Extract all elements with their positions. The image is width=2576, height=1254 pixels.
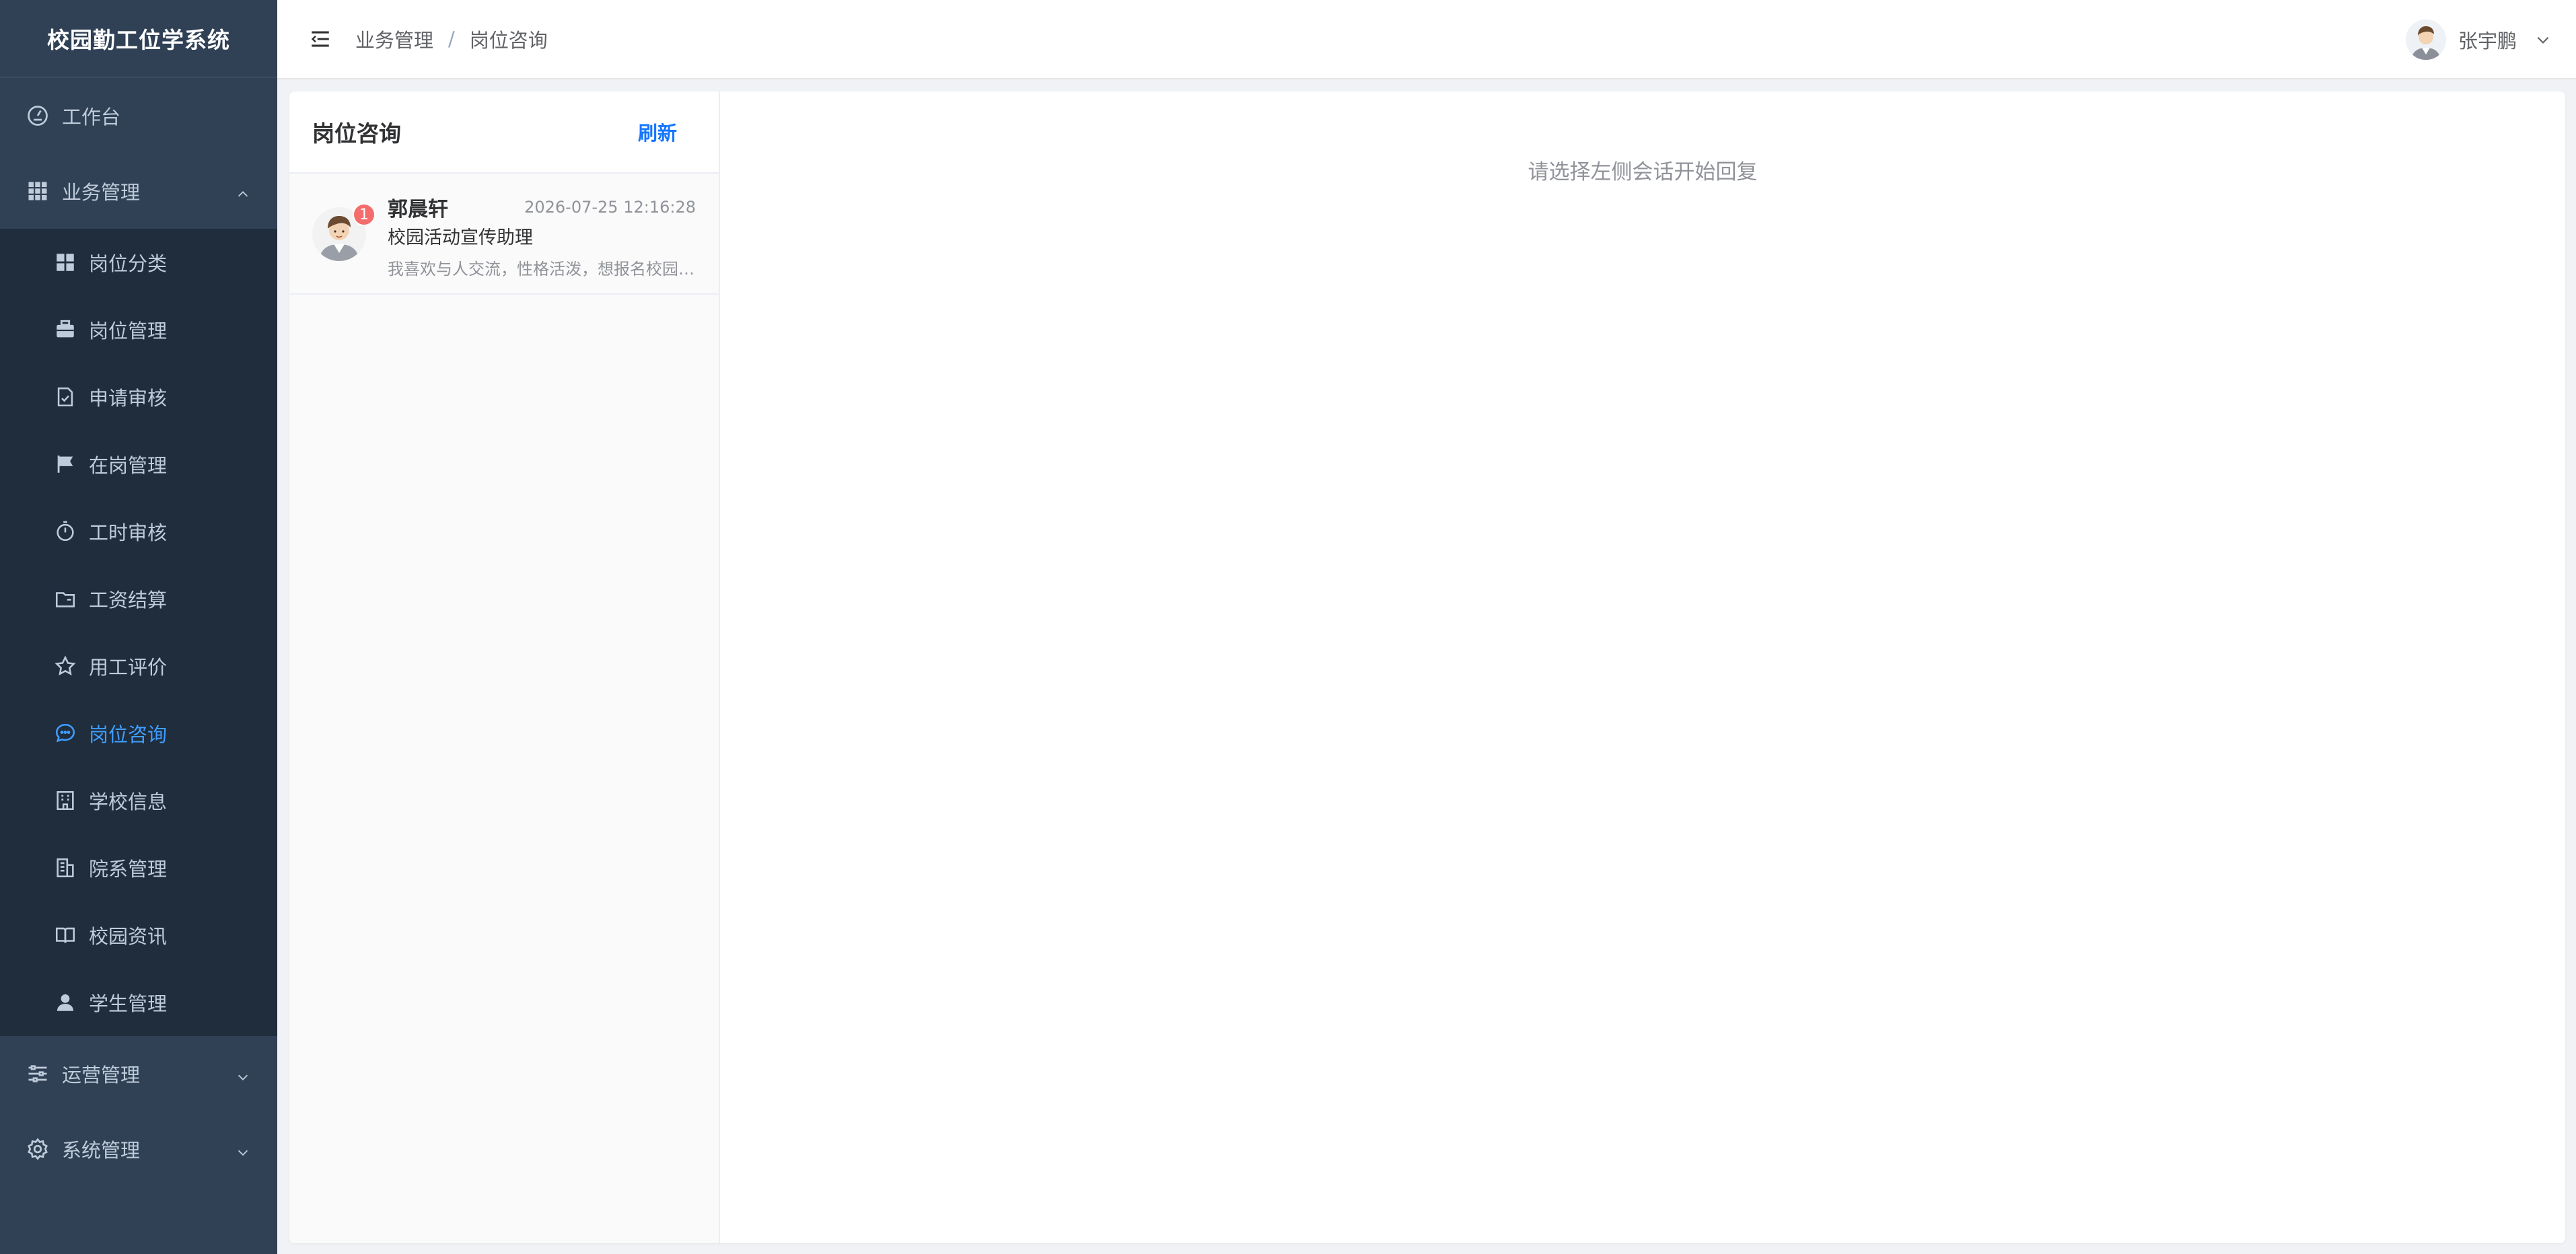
conversation-list-header: 岗位咨询 刷新 xyxy=(289,91,719,174)
briefcase-icon xyxy=(54,318,77,341)
consultation-panel: 岗位咨询 刷新 1 郭晨轩 2026-07-25 12:16:28 校园活动宣传… xyxy=(289,91,2565,1243)
sidebar-item-label: 用工评价 xyxy=(89,656,168,679)
user-name[interactable]: 张宇鹏 xyxy=(2458,26,2517,54)
sidebar-item-label: 校园资讯 xyxy=(89,925,168,948)
sidebar-item-label: 系统管理 xyxy=(62,1139,141,1162)
conversation-avatar-wrap: 1 xyxy=(312,203,375,261)
avatar[interactable] xyxy=(2405,20,2446,60)
sidebar-item-application-review[interactable]: 申请审核 xyxy=(0,363,277,431)
conversation-meta: 郭晨轩 2026-07-25 12:16:28 xyxy=(388,192,696,222)
empty-chat-tip: 请选择左侧会话开始回复 xyxy=(1528,160,1758,184)
conversation-job-title: 校园活动宣传助理 xyxy=(388,227,533,248)
document-check-icon xyxy=(54,385,77,408)
breadcrumb-item-business[interactable]: 业务管理 xyxy=(355,25,433,53)
grid-icon xyxy=(26,179,50,203)
main-content: 岗位咨询 刷新 1 郭晨轩 2026-07-25 12:16:28 校园活动宣传… xyxy=(277,79,2576,1254)
menu-fold-icon[interactable] xyxy=(307,26,334,52)
sidebar-item-label: 学生管理 xyxy=(89,992,168,1015)
settings-icon xyxy=(26,1137,50,1161)
sidebar-item-label: 运营管理 xyxy=(62,1064,141,1086)
sidebar-item-label: 申请审核 xyxy=(89,387,168,410)
user-icon xyxy=(54,991,77,1014)
dashboard-icon xyxy=(26,104,50,128)
app-root: 校园勤工位学系统 工作台 业务管理 岗位分类 岗位管理 申请审核 在岗管理 工时… xyxy=(0,0,2576,1254)
sidebar-item-label: 工作台 xyxy=(62,106,121,128)
top-header: 业务管理 / 岗位咨询 张宇鹏 xyxy=(277,0,2576,79)
sidebar-item-job-category[interactable]: 岗位分类 xyxy=(0,229,277,296)
refresh-button[interactable]: 刷新 xyxy=(638,118,677,146)
sidebar-item-hours-review[interactable]: 工时审核 xyxy=(0,498,277,565)
chat-area: 请选择左侧会话开始回复 xyxy=(720,91,2565,1243)
conversation-preview: 我喜欢与人交流，性格活泼，想报名校园活动宣传助理岗位 xyxy=(388,260,699,279)
sidebar-item-operations[interactable]: 运营管理 xyxy=(0,1036,277,1111)
category-icon xyxy=(54,251,77,274)
sidebar-item-label: 工时审核 xyxy=(89,521,168,544)
breadcrumb: 业务管理 / 岗位咨询 xyxy=(355,25,548,53)
sidebar: 校园勤工位学系统 工作台 业务管理 岗位分类 岗位管理 申请审核 在岗管理 工时… xyxy=(0,0,277,1254)
star-icon xyxy=(54,655,77,677)
breadcrumb-separator: / xyxy=(448,28,455,50)
conversation-list: 岗位咨询 刷新 1 郭晨轩 2026-07-25 12:16:28 校园活动宣传… xyxy=(289,91,720,1243)
sidebar-item-system[interactable]: 系统管理 xyxy=(0,1111,277,1187)
sidebar-item-label: 学校信息 xyxy=(89,790,168,813)
unread-badge: 1 xyxy=(353,203,375,226)
sidebar-item-label: 岗位分类 xyxy=(89,252,168,275)
school-icon xyxy=(54,856,77,879)
sidebar-item-label: 工资结算 xyxy=(89,589,168,612)
sidebar-item-job-consultation[interactable]: 岗位咨询 xyxy=(0,700,277,767)
conversation-name: 郭晨轩 xyxy=(388,198,448,221)
sidebar-item-label: 在岗管理 xyxy=(89,454,168,477)
flag-icon xyxy=(54,453,77,476)
folder-icon xyxy=(54,587,77,610)
sidebar-item-department-management[interactable]: 院系管理 xyxy=(0,834,277,901)
sidebar-item-employment-evaluation[interactable]: 用工评价 xyxy=(0,632,277,700)
reading-icon xyxy=(54,924,77,947)
chevron-down-icon[interactable] xyxy=(2534,31,2552,48)
sidebar-item-salary-settlement[interactable]: 工资结算 xyxy=(0,565,277,632)
sliders-icon xyxy=(26,1062,50,1086)
conversation-list-title: 岗位咨询 xyxy=(312,120,401,147)
chevron-up-icon xyxy=(236,184,250,198)
office-building-icon xyxy=(54,789,77,812)
sidebar-item-student-management[interactable]: 学生管理 xyxy=(0,969,277,1036)
sidebar-item-business[interactable]: 业务管理 xyxy=(0,153,277,229)
sidebar-item-label: 院系管理 xyxy=(89,858,168,881)
conversation-body: 郭晨轩 2026-07-25 12:16:28 校园活动宣传助理 我喜欢与人交流… xyxy=(388,192,699,293)
breadcrumb-item-current: 岗位咨询 xyxy=(469,29,548,52)
conversation-time: 2026-07-25 12:16:28 xyxy=(524,198,696,217)
sidebar-item-job-management[interactable]: 岗位管理 xyxy=(0,296,277,363)
chevron-down-icon xyxy=(236,1066,250,1081)
chat-icon xyxy=(54,722,77,745)
sidebar-item-campus-news[interactable]: 校园资讯 xyxy=(0,901,277,969)
sidebar-item-label: 业务管理 xyxy=(62,181,141,204)
sidebar-item-dashboard[interactable]: 工作台 xyxy=(0,78,277,153)
conversation-item[interactable]: 1 郭晨轩 2026-07-25 12:16:28 校园活动宣传助理 我喜欢与人… xyxy=(289,174,719,295)
sidebar-item-school-info[interactable]: 学校信息 xyxy=(0,767,277,834)
chevron-down-icon xyxy=(236,1142,250,1156)
user-menu[interactable]: 张宇鹏 xyxy=(2405,0,2552,79)
timer-icon xyxy=(54,520,77,543)
business-submenu: 岗位分类 岗位管理 申请审核 在岗管理 工时审核 工资结算 用工评价 岗位咨询 … xyxy=(0,229,277,1036)
app-logo-title: 校园勤工位学系统 xyxy=(0,0,277,78)
sidebar-item-onduty-management[interactable]: 在岗管理 xyxy=(0,431,277,498)
sidebar-item-label: 岗位管理 xyxy=(89,320,168,342)
sidebar-item-label: 岗位咨询 xyxy=(89,723,168,746)
